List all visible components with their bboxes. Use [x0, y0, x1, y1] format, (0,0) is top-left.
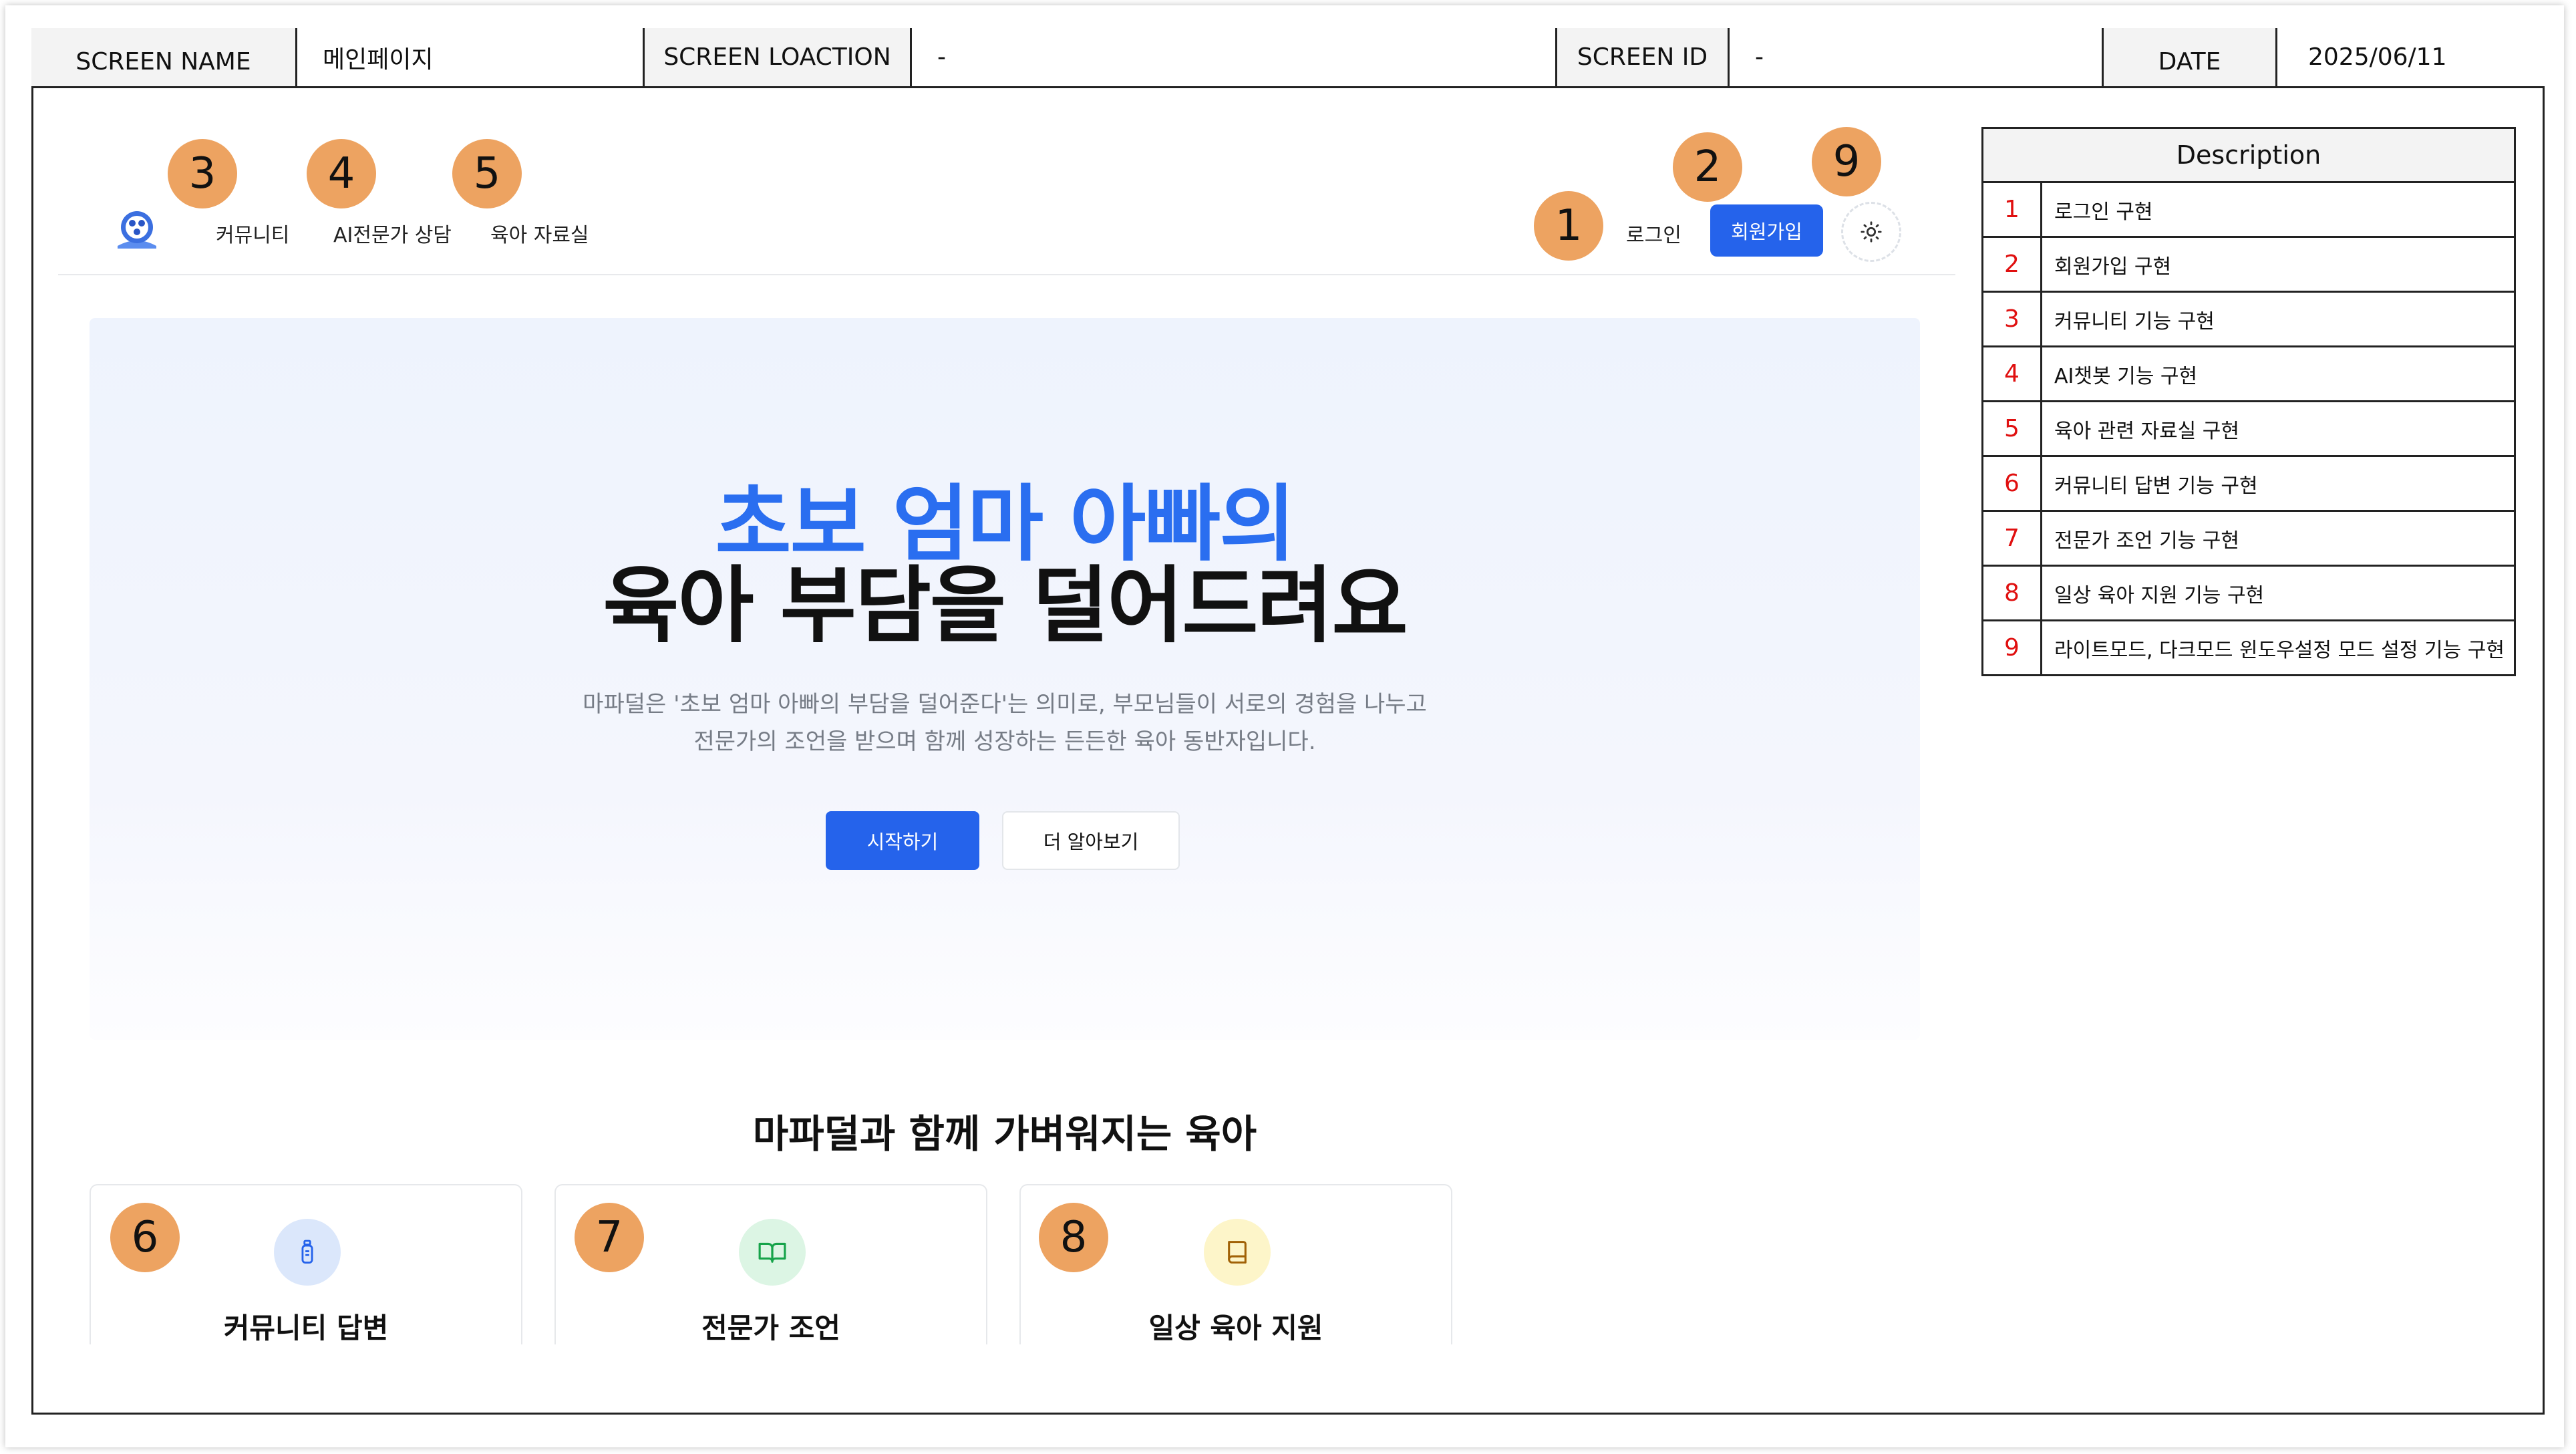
description-row: 1 로그인 구현 — [1981, 183, 2516, 238]
bottle-icon — [274, 1219, 341, 1286]
description-row: 9 라이트모드, 다크모드 윈도우설정 모드 설정 기능 구현 — [1981, 621, 2516, 676]
feature-card-title: 일상 육아 지원 — [1148, 1312, 1323, 1344]
hero-section — [90, 318, 1920, 1040]
description-row: 2 회원가입 구현 — [1981, 238, 2516, 293]
description-table: Description 1 로그인 구현 2 회원가입 구현 3 커뮤니티 기능 구현… — [1981, 127, 2516, 676]
description-text: AI챗봇 기능 구현 — [2054, 364, 2198, 388]
date-label: DATE — [2104, 28, 2277, 86]
description-row: 7 전문가 조언 기능 구현 — [1981, 512, 2516, 567]
learn-more-button[interactable]: 더 알아보기 — [1002, 811, 1180, 870]
annotation-marker-3: 3 — [168, 139, 237, 208]
spec-header: SCREEN NAME 메인페이지 SCREEN LOACTION - SCRE… — [31, 28, 2545, 88]
start-button[interactable]: 시작하기 — [826, 811, 979, 870]
sun-icon — [1861, 221, 1882, 243]
screen-location-value: - — [912, 28, 1557, 86]
annotation-marker-2: 2 — [1673, 132, 1742, 202]
nav-ai-consult-link[interactable]: AI전문가 상담 — [333, 219, 452, 248]
annotation-marker-9: 9 — [1812, 127, 1881, 196]
feature-card-title: 커뮤니티 답변 — [223, 1312, 389, 1344]
description-text: 라이트모드, 다크모드 윈도우설정 모드 설정 기능 구현 — [2054, 638, 2505, 662]
description-text: 전문가 조언 기능 구현 — [2054, 529, 2240, 553]
annotation-marker-7: 7 — [575, 1203, 644, 1272]
description-number: 9 — [1983, 621, 2042, 674]
description-row: 6 커뮤니티 답변 기능 구현 — [1981, 457, 2516, 512]
open-book-icon — [739, 1219, 806, 1286]
description-number: 5 — [1983, 402, 2042, 455]
theme-toggle-button[interactable] — [1841, 202, 1901, 262]
description-text: 커뮤니티 답변 기능 구현 — [2054, 474, 2258, 498]
description-row: 5 육아 관련 자료실 구현 — [1981, 402, 2516, 457]
logo-icon[interactable] — [115, 207, 159, 250]
description-number: 8 — [1983, 567, 2042, 619]
description-number: 3 — [1983, 293, 2042, 345]
description-number: 6 — [1983, 457, 2042, 510]
description-text: 회원가입 구현 — [2054, 255, 2172, 279]
screen-name-label: SCREEN NAME — [31, 28, 297, 86]
description-number: 1 — [1983, 183, 2042, 236]
annotation-marker-4: 4 — [307, 139, 376, 208]
description-number: 7 — [1983, 512, 2042, 565]
hero-title-line2: 육아 부담을 덜어드려요 — [603, 558, 1408, 654]
description-number: 2 — [1983, 238, 2042, 291]
feature-card-title: 전문가 조언 — [701, 1312, 840, 1344]
hero-description-line2: 전문가의 조언을 받으며 함께 성장하는 든든한 육아 동반자입니다. — [693, 728, 1316, 755]
screen-location-label: SCREEN LOACTION — [645, 28, 912, 86]
screen-id-value: - — [1730, 28, 2104, 86]
annotation-marker-5: 5 — [452, 139, 522, 208]
date-value: 2025/06/11 — [2277, 28, 2545, 86]
nav-community-link[interactable]: 커뮤니티 — [216, 219, 289, 248]
nav-resources-link[interactable]: 육아 자료실 — [490, 219, 589, 248]
description-header: Description — [1981, 127, 2516, 183]
nav-divider — [58, 274, 1955, 275]
annotation-marker-1: 1 — [1534, 191, 1603, 261]
login-link[interactable]: 로그인 — [1626, 219, 1681, 248]
signup-button[interactable]: 회원가입 — [1710, 204, 1823, 257]
screen-id-label: SCREEN ID — [1557, 28, 1730, 86]
description-number: 4 — [1983, 347, 2042, 400]
description-row: 3 커뮤니티 기능 구현 — [1981, 293, 2516, 347]
description-text: 일상 육아 지원 기능 구현 — [2054, 583, 2265, 607]
description-text: 육아 관련 자료실 구현 — [2054, 419, 2240, 443]
description-row: 8 일상 육아 지원 기능 구현 — [1981, 567, 2516, 621]
screen-name-value: 메인페이지 — [297, 28, 645, 86]
description-row: 4 AI챗봇 기능 구현 — [1981, 347, 2516, 402]
annotation-marker-6: 6 — [110, 1203, 180, 1272]
description-text: 커뮤니티 기능 구현 — [2054, 309, 2215, 333]
hero-description-line1: 마파덜은 '초보 엄마 아빠의 부담을 덜어준다'는 의미로, 부모님들이 서로… — [583, 691, 1427, 718]
features-title: 마파덜과 함께 가벼워지는 육아 — [752, 1111, 1257, 1157]
description-text: 로그인 구현 — [2054, 200, 2153, 224]
hero-title-line1: 초보 엄마 아빠의 — [715, 476, 1296, 573]
annotation-marker-8: 8 — [1039, 1203, 1108, 1272]
book-icon — [1204, 1219, 1271, 1286]
